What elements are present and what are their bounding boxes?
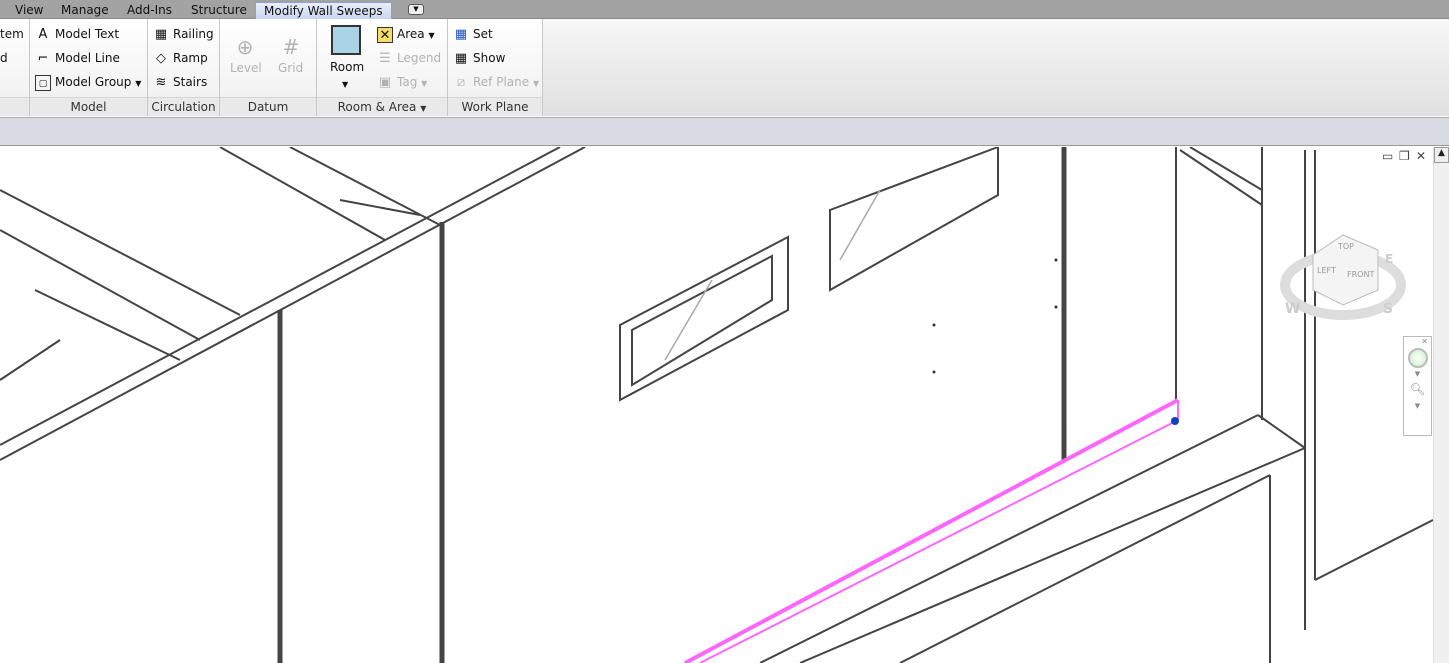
room-icon bbox=[331, 25, 361, 55]
scroll-up-icon[interactable]: ▲ bbox=[1434, 147, 1449, 163]
3d-viewport[interactable]: TOP LEFT FRONT W E S bbox=[0, 147, 1433, 663]
show-icon: ▦ bbox=[454, 50, 468, 66]
level-button[interactable]: Level bbox=[230, 57, 262, 79]
panel-build: tem d bbox=[0, 19, 30, 116]
vertical-scrollbar[interactable]: ▲ bbox=[1433, 147, 1449, 663]
model-text-icon: A bbox=[38, 26, 48, 42]
panel-label[interactable]: Room & Area ▼ bbox=[317, 97, 447, 116]
area-button[interactable]: ✕ Area ▼ bbox=[377, 23, 435, 45]
model-geometry bbox=[0, 147, 1433, 663]
steering-wheel-icon[interactable] bbox=[1407, 348, 1428, 368]
ramp-icon: ◇ bbox=[156, 50, 166, 66]
svg-text:S: S bbox=[1383, 301, 1393, 317]
tag-icon: ▣ bbox=[378, 74, 392, 90]
grid-button[interactable]: Grid bbox=[278, 57, 303, 79]
tab-view[interactable]: View bbox=[15, 2, 43, 19]
railing-button[interactable]: ▦ Railing bbox=[153, 23, 214, 45]
panel-work-plane: ▦ Set ▦ Show ⧄ Ref Plane ▼ Work Plane bbox=[448, 19, 543, 116]
ramp-button[interactable]: ◇ Ramp bbox=[153, 47, 208, 69]
minimize-view-icon[interactable]: ▭ bbox=[1382, 149, 1393, 163]
ref-plane-icon: ⧄ bbox=[456, 74, 466, 90]
ref-plane-button[interactable]: ⧄ Ref Plane ▼ bbox=[453, 71, 539, 93]
model-line-icon: ⌐ bbox=[37, 50, 49, 66]
model-line-button[interactable]: ⌐ Model Line bbox=[35, 47, 120, 69]
tab-add-ins[interactable]: Add-Ins bbox=[127, 2, 172, 19]
svg-text:E: E bbox=[1385, 252, 1393, 266]
close-view-icon[interactable]: ✕ bbox=[1416, 149, 1426, 163]
stairs-button[interactable]: ≋ Stairs bbox=[153, 71, 208, 93]
grip-handle bbox=[1171, 417, 1179, 425]
panel-label: Model bbox=[30, 97, 147, 116]
panel-label: Circulation bbox=[148, 97, 219, 116]
set-icon: ▦ bbox=[454, 26, 468, 42]
railing-icon: ▦ bbox=[154, 26, 168, 42]
legend-icon: ☰ bbox=[379, 50, 391, 66]
close-icon[interactable]: ✕ bbox=[1404, 337, 1431, 346]
build-item[interactable]: d bbox=[0, 47, 8, 69]
panel-datum: ⊕ # Level Grid Datum bbox=[220, 19, 317, 116]
svg-text:TOP: TOP bbox=[1337, 242, 1354, 251]
svg-text:LEFT: LEFT bbox=[1317, 266, 1336, 275]
stairs-icon: ≋ bbox=[155, 74, 167, 90]
panel-label: Datum bbox=[220, 97, 316, 116]
chevron-down-icon: ▼ bbox=[135, 79, 142, 88]
tag-button[interactable]: ▣ Tag ▼ bbox=[377, 71, 427, 93]
model-group-icon: ▢ bbox=[35, 74, 51, 91]
tab-modify-wall-sweeps[interactable]: Modify Wall Sweeps bbox=[255, 2, 392, 19]
navigation-bar: ✕ ▼ 🔍︎ ▼ bbox=[1403, 336, 1432, 436]
svg-text:W: W bbox=[1285, 301, 1300, 317]
ribbon-tabs: View Manage Add-Ins Structure Modify Wal… bbox=[0, 0, 1449, 19]
restore-view-icon[interactable]: ❐ bbox=[1399, 149, 1410, 163]
build-item[interactable]: tem bbox=[0, 23, 24, 45]
panel-room-area: Room ▼ ✕ Area ▼ ☰ Legend ▣ Tag ▼ Room & Are… bbox=[317, 19, 448, 116]
zoom-icon[interactable]: 🔍︎ bbox=[1410, 382, 1426, 398]
svg-text:FRONT: FRONT bbox=[1347, 270, 1374, 279]
ribbon: tem d A Model Text ⌐ Model Line ▢ Model Gro… bbox=[0, 19, 1449, 116]
show-button[interactable]: ▦ Show bbox=[453, 47, 506, 69]
legend-button[interactable]: ☰ Legend bbox=[377, 47, 441, 69]
area-icon: ✕ bbox=[377, 26, 393, 43]
panel-circulation: ▦ Railing ◇ Ramp ≋ Stairs Circulation bbox=[148, 19, 220, 116]
tab-manage[interactable]: Manage bbox=[61, 2, 109, 19]
viewcube: TOP LEFT FRONT W E S bbox=[1280, 234, 1406, 320]
ribbon-minimize-button[interactable]: ▼ bbox=[408, 4, 424, 15]
chevron-down-icon[interactable]: ▼ bbox=[342, 74, 348, 96]
model-text-button[interactable]: A Model Text bbox=[35, 23, 120, 45]
options-bar bbox=[0, 117, 1449, 146]
tab-structure[interactable]: Structure bbox=[191, 2, 247, 19]
model-group-button[interactable]: ▢ Model Group ▼ bbox=[35, 71, 141, 93]
selected-wall-sweep bbox=[684, 398, 1179, 663]
panel-label: Work Plane bbox=[448, 97, 542, 116]
panel-model: A Model Text ⌐ Model Line ▢ Model Group ▼ M… bbox=[30, 19, 148, 116]
set-button[interactable]: ▦ Set bbox=[453, 23, 493, 45]
